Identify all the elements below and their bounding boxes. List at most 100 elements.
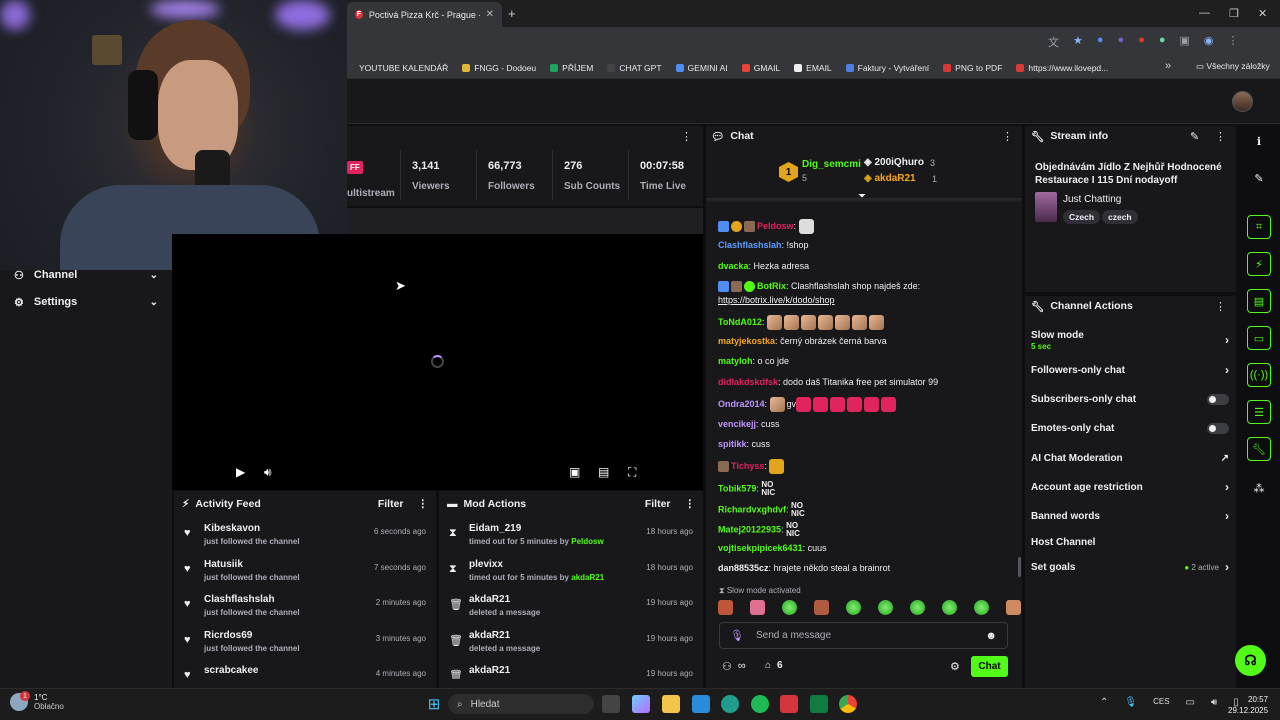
emotes-only-toggle[interactable] [1207,422,1229,434]
emote-image[interactable] [750,600,765,615]
weather-widget[interactable]: 1 1°C Oblačno [10,691,64,711]
translate-icon[interactable]: 文 [1048,34,1059,50]
spotify-icon[interactable] [751,695,769,713]
more-options-icon[interactable]: ⋮ [685,498,696,510]
tag[interactable]: czech [1102,210,1138,224]
wrench-icon[interactable]: 🔧︎ [1247,437,1271,461]
extension-icon[interactable]: ● [1097,34,1104,50]
chat-points[interactable]: ⚇ ∞ [722,660,746,673]
bookmark[interactable]: YOUTUBE KALENDÁŘ [347,63,448,73]
emoji-icon[interactable]: ☻ [985,630,997,642]
emote-image[interactable] [782,600,797,615]
banned-words-row[interactable]: Banned words › [1031,508,1229,524]
close-tab-icon[interactable]: ✕ [486,9,494,20]
clock[interactable]: 20:57 29.12.2025 [1228,694,1268,716]
screen-capture-icon[interactable]: ⌗ [1247,215,1271,239]
ai-moderation-row[interactable]: AI Chat Moderation ↗ [1031,450,1229,466]
bookmark[interactable]: https://www.ilovepd... [1016,63,1108,73]
obs-icon[interactable] [780,695,798,713]
all-bookmarks-button[interactable]: ▭ Všechny záložky [1196,61,1270,72]
filter-button[interactable]: Filter [645,498,671,510]
emote-image[interactable] [814,600,829,615]
volume-icon[interactable]: 🔊︎ [1211,697,1217,708]
profile-icon[interactable]: ◉ [1204,34,1214,50]
subscribers-only-toggle[interactable] [1207,393,1229,405]
filter-button[interactable]: Filter [378,498,404,510]
chat-store[interactable]: ⌂ 6 [765,660,783,671]
chevron-up-icon[interactable]: ⌃ [1100,697,1108,708]
network-icon[interactable]: ▭ [1186,697,1195,708]
emote-image[interactable] [910,600,925,615]
volume-icon[interactable]: 🔊︎ [264,465,272,480]
microphone-icon[interactable]: 🎙︎ [1124,697,1137,708]
windows-start-icon[interactable]: ⊞ [425,695,443,713]
more-options-icon[interactable]: ⋮ [681,130,692,143]
edge-icon[interactable] [721,695,739,713]
chat-input[interactable]: 🎙︎ Send a message ☻ [719,622,1008,649]
edit-pencil-icon[interactable]: ✎ [1190,130,1199,143]
emote-image[interactable] [974,600,989,615]
server-icon[interactable]: ☰ [1247,400,1271,424]
emote-image[interactable] [1006,600,1021,615]
excel-icon[interactable] [810,695,828,713]
chrome-icon[interactable] [839,695,857,713]
task-view-icon[interactable] [602,695,620,713]
extension-icon[interactable]: ● [1159,34,1166,50]
set-goals-row[interactable]: Set goals ● 2 active › [1031,559,1229,575]
more-options-icon[interactable]: ⋮ [418,498,429,510]
extension-icon[interactable]: ● [1118,34,1125,50]
bookmark[interactable]: PNG to PDF [943,63,1002,73]
clipboard-icon[interactable]: ▤ [1247,289,1271,313]
chat-bubble-icon[interactable]: ▭ [1247,326,1271,350]
maximize-button[interactable]: ❐ [1229,7,1239,20]
emote-image[interactable] [718,600,733,615]
chat-link[interactable]: https://botrix.live/k/dodo/shop [718,295,835,305]
close-window-button[interactable]: ✕ [1258,7,1267,20]
more-options-icon[interactable]: ⋮ [1002,130,1013,143]
minimize-button[interactable]: — [1199,7,1210,19]
bookmark[interactable]: GMAIL [741,63,780,73]
category-name[interactable]: Just Chatting [1063,194,1121,205]
fullscreen-icon[interactable]: ⛶ [628,465,636,480]
bookmark[interactable]: FNGG - Dodoeu [462,63,536,73]
leaderboard-name[interactable]: ◈ akdaR21 [864,173,916,184]
theater-mode-icon[interactable]: ▤ [598,465,609,479]
emote-image[interactable] [846,600,861,615]
sidebar-item-channel[interactable]: ⚇ Channel ⌄ [0,262,172,288]
broadcast-icon[interactable]: ((·)) [1247,363,1271,387]
bookmark-star-icon[interactable]: ★ [1073,34,1083,50]
community-icon[interactable]: ⁂ [1247,476,1271,500]
bookmark[interactable]: EMAIL [794,63,832,73]
bookmark[interactable]: Faktury - Vytváření [845,63,929,73]
puzzle-icon[interactable]: ▣ [1180,34,1190,50]
browser-tab[interactable]: F Poctivá Pizza Krč - Prague - roz ✕ [347,2,502,27]
emote-image[interactable] [942,600,957,615]
host-channel-row[interactable]: Host Channel [1031,534,1229,550]
bookmark[interactable]: PŘÍJEM [550,63,593,73]
extension-icon[interactable]: ● [1138,34,1145,50]
sidebar-item-settings[interactable]: ⚙ Settings ⌄ [0,289,172,315]
copilot-icon[interactable] [632,695,650,713]
microphone-icon[interactable]: 🎙︎ [730,629,744,642]
play-icon[interactable]: ▶ [236,465,245,479]
followers-only-row[interactable]: Followers-only chat › [1031,362,1229,378]
leaderboard-name[interactable]: Dig_semcmi [802,159,861,170]
account-age-row[interactable]: Account age restriction › [1031,479,1229,495]
leaderboard-name[interactable]: ◈ 200iQhuro [864,157,924,168]
category-thumbnail[interactable] [1035,192,1057,222]
support-headset-icon[interactable]: ☊ [1235,645,1266,676]
chat-scrollbar[interactable] [1018,557,1021,577]
bookmark[interactable]: CHAT GPT [607,63,662,73]
outlook-icon[interactable] [692,695,710,713]
more-options-icon[interactable]: ⋮ [1215,130,1226,143]
menu-dots-icon[interactable]: ⋮ [1228,34,1239,50]
file-explorer-icon[interactable] [662,695,680,713]
slow-mode-row[interactable]: Slow mode 5 sec › [1031,329,1229,351]
gear-icon[interactable]: ⚙ [950,660,960,673]
tag[interactable]: Czech [1063,210,1101,224]
language-indicator[interactable]: CES [1153,697,1169,708]
taskbar-search[interactable]: ⌕ Hledat [448,694,594,714]
send-chat-button[interactable]: Chat [971,656,1008,677]
edit-pencil-icon[interactable]: ✎ [1247,166,1271,190]
picture-in-picture-icon[interactable]: ▣ [569,465,580,479]
